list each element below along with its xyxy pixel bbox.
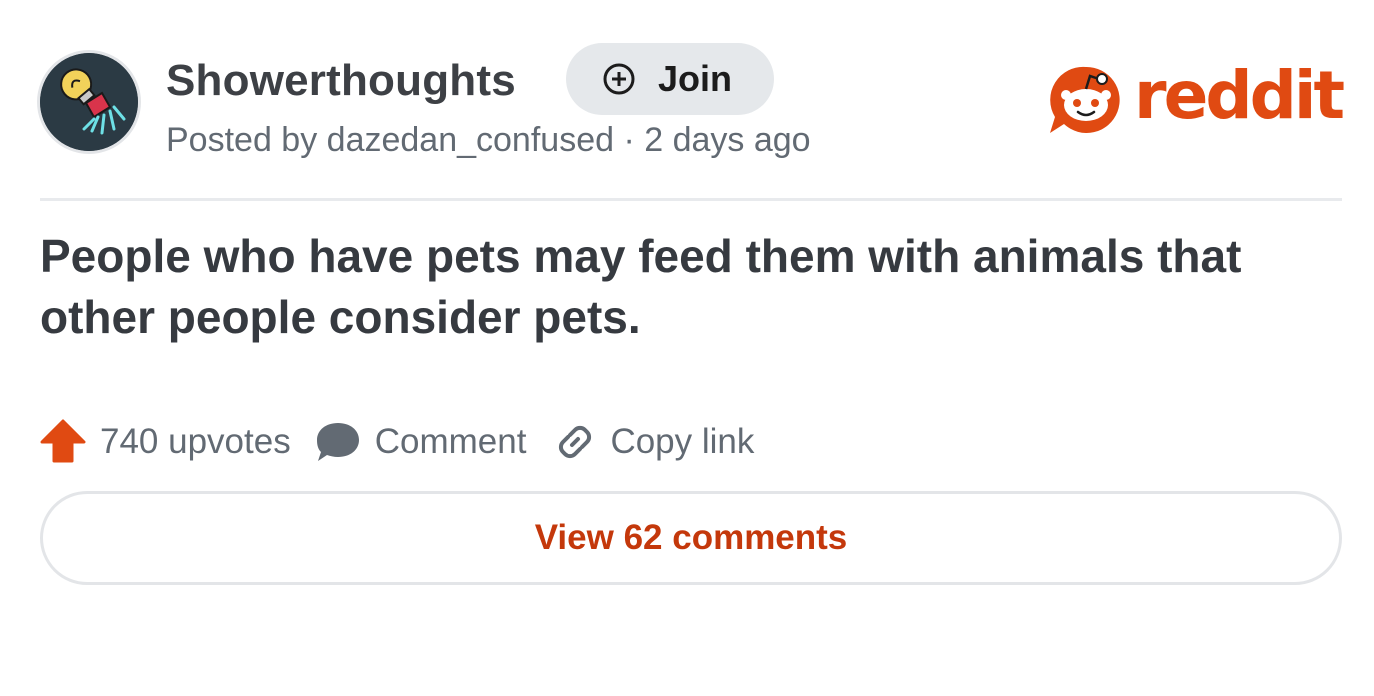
join-button[interactable]: Join xyxy=(566,43,774,115)
upvote-button[interactable]: 740 upvotes xyxy=(40,419,291,465)
post-meta: Posted by dazedan_confused · 2 days ago xyxy=(166,121,811,159)
subreddit-avatar[interactable] xyxy=(40,53,138,151)
upvote-count: 740 upvotes xyxy=(100,422,291,461)
copy-link-button[interactable]: Copy link xyxy=(554,421,754,463)
upvote-arrow-icon xyxy=(40,419,86,463)
lightbulb-shower-icon xyxy=(40,53,138,151)
chain-link-icon xyxy=(559,425,592,459)
copy-link-label: Copy link xyxy=(610,422,755,461)
reddit-logo[interactable]: reddit xyxy=(1046,57,1345,137)
header-divider xyxy=(40,198,1342,201)
comment-label: Comment xyxy=(374,422,527,461)
subreddit-name[interactable]: Showerthoughts xyxy=(166,56,516,106)
plus-circle-icon xyxy=(603,63,635,95)
post-actions: 740 upvotes Comment Copy link xyxy=(40,419,754,465)
reddit-snoo-icon xyxy=(1050,66,1120,133)
view-comments-button[interactable]: View 62 comments xyxy=(40,491,1342,585)
reddit-wordmark: reddit xyxy=(1134,57,1345,134)
post-card: Showerthoughts Join Posted by dazedan_co… xyxy=(40,40,1345,585)
post-title[interactable]: People who have pets may feed them with … xyxy=(40,226,1330,348)
speech-bubble-icon xyxy=(316,423,359,461)
comment-button[interactable]: Comment xyxy=(315,419,527,465)
post-header: Showerthoughts Join Posted by dazedan_co… xyxy=(40,40,1345,180)
join-label: Join xyxy=(657,58,732,99)
